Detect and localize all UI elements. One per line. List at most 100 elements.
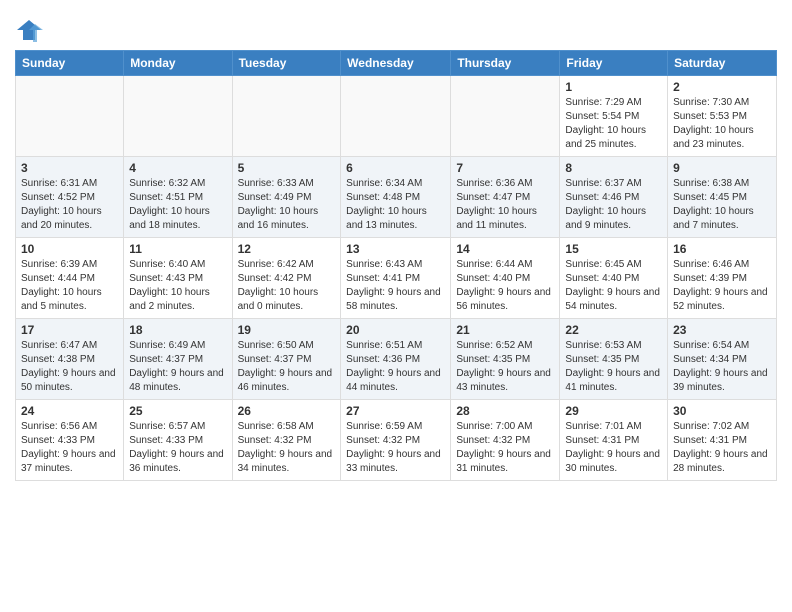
calendar-cell [451,76,560,157]
day-number: 4 [129,161,226,175]
day-number: 6 [346,161,445,175]
weekday-header-friday: Friday [560,51,668,76]
calendar-cell: 15 Sunrise: 6:45 AM Sunset: 4:40 PM Dayli… [560,238,668,319]
logo-icon [15,16,43,44]
day-number: 28 [456,404,554,418]
weekday-header-monday: Monday [124,51,232,76]
weekday-header-saturday: Saturday [668,51,777,76]
calendar-cell: 26 Sunrise: 6:58 AM Sunset: 4:32 PM Dayli… [232,400,341,481]
day-number: 23 [673,323,771,337]
day-number: 9 [673,161,771,175]
day-number: 16 [673,242,771,256]
weekday-header-tuesday: Tuesday [232,51,341,76]
calendar-cell: 9 Sunrise: 6:38 AM Sunset: 4:45 PM Daylig… [668,157,777,238]
day-number: 12 [238,242,336,256]
day-info: Sunrise: 6:45 AM Sunset: 4:40 PM Dayligh… [565,258,662,314]
calendar-cell: 21 Sunrise: 6:52 AM Sunset: 4:35 PM Dayli… [451,319,560,400]
calendar-week-3: 10 Sunrise: 6:39 AM Sunset: 4:44 PM Dayli… [16,238,777,319]
day-info: Sunrise: 7:02 AM Sunset: 4:31 PM Dayligh… [673,420,771,476]
day-number: 14 [456,242,554,256]
calendar-week-1: 1 Sunrise: 7:29 AM Sunset: 5:54 PM Daylig… [16,76,777,157]
calendar-cell: 3 Sunrise: 6:31 AM Sunset: 4:52 PM Daylig… [16,157,124,238]
day-info: Sunrise: 6:49 AM Sunset: 4:37 PM Dayligh… [129,339,226,395]
calendar-cell [232,76,341,157]
calendar-cell: 18 Sunrise: 6:49 AM Sunset: 4:37 PM Dayli… [124,319,232,400]
day-info: Sunrise: 6:51 AM Sunset: 4:36 PM Dayligh… [346,339,445,395]
calendar-cell: 5Sunrise: 6:33 AM Sunset: 4:49 PM Daylig… [232,157,341,238]
weekday-header-row: SundayMondayTuesdayWednesdayThursdayFrid… [16,51,777,76]
day-number: 18 [129,323,226,337]
day-info: Sunrise: 6:46 AM Sunset: 4:39 PM Dayligh… [673,258,771,314]
weekday-header-wednesday: Wednesday [341,51,451,76]
calendar-cell [16,76,124,157]
day-info: Sunrise: 6:47 AM Sunset: 4:38 PM Dayligh… [21,339,118,395]
day-info: Sunrise: 6:31 AM Sunset: 4:52 PM Dayligh… [21,177,118,233]
day-info: Sunrise: 6:38 AM Sunset: 4:45 PM Dayligh… [673,177,771,233]
day-info: Sunrise: 6:36 AM Sunset: 4:47 PM Dayligh… [456,177,554,233]
day-number: 21 [456,323,554,337]
day-info: Sunrise: 7:29 AM Sunset: 5:54 PM Dayligh… [565,96,662,152]
day-info: Sunrise: 6:32 AM Sunset: 4:51 PM Dayligh… [129,177,226,233]
day-number: 7 [456,161,554,175]
day-info: Sunrise: 6:56 AM Sunset: 4:33 PM Dayligh… [21,420,118,476]
day-number: 24 [21,404,118,418]
day-info: Sunrise: 6:52 AM Sunset: 4:35 PM Dayligh… [456,339,554,395]
day-info: Sunrise: 6:59 AM Sunset: 4:32 PM Dayligh… [346,420,445,476]
day-number: 26 [238,404,336,418]
calendar-cell: 19 Sunrise: 6:50 AM Sunset: 4:37 PM Dayli… [232,319,341,400]
day-number: 2 [673,80,771,94]
day-number: 15 [565,242,662,256]
calendar-cell: 28 Sunrise: 7:00 AM Sunset: 4:32 PM Dayli… [451,400,560,481]
calendar-cell: 23Sunrise: 6:54 AM Sunset: 4:34 PM Dayli… [668,319,777,400]
day-info: Sunrise: 7:00 AM Sunset: 4:32 PM Dayligh… [456,420,554,476]
calendar-cell: 30 Sunrise: 7:02 AM Sunset: 4:31 PM Dayli… [668,400,777,481]
day-number: 1 [565,80,662,94]
day-info: Sunrise: 6:34 AM Sunset: 4:48 PM Dayligh… [346,177,445,233]
calendar-cell: 29Sunrise: 7:01 AM Sunset: 4:31 PM Dayli… [560,400,668,481]
day-number: 11 [129,242,226,256]
weekday-header-thursday: Thursday [451,51,560,76]
day-number: 29 [565,404,662,418]
day-number: 3 [21,161,118,175]
day-info: Sunrise: 6:33 AM Sunset: 4:49 PM Dayligh… [238,177,336,233]
day-info: Sunrise: 6:39 AM Sunset: 4:44 PM Dayligh… [21,258,118,314]
day-info: Sunrise: 6:58 AM Sunset: 4:32 PM Dayligh… [238,420,336,476]
day-number: 30 [673,404,771,418]
day-number: 17 [21,323,118,337]
calendar-cell: 7 Sunrise: 6:36 AM Sunset: 4:47 PM Daylig… [451,157,560,238]
calendar-cell: 16 Sunrise: 6:46 AM Sunset: 4:39 PM Dayli… [668,238,777,319]
calendar-cell: 6 Sunrise: 6:34 AM Sunset: 4:48 PM Daylig… [341,157,451,238]
day-info: Sunrise: 6:50 AM Sunset: 4:37 PM Dayligh… [238,339,336,395]
day-info: Sunrise: 6:43 AM Sunset: 4:41 PM Dayligh… [346,258,445,314]
calendar-cell: 14 Sunrise: 6:44 AM Sunset: 4:40 PM Dayli… [451,238,560,319]
day-number: 20 [346,323,445,337]
day-number: 25 [129,404,226,418]
day-number: 10 [21,242,118,256]
calendar-cell [124,76,232,157]
day-number: 8 [565,161,662,175]
calendar-cell: 10 Sunrise: 6:39 AM Sunset: 4:44 PM Dayli… [16,238,124,319]
day-info: Sunrise: 6:53 AM Sunset: 4:35 PM Dayligh… [565,339,662,395]
day-number: 19 [238,323,336,337]
calendar-cell: 8Sunrise: 6:37 AM Sunset: 4:46 PM Daylig… [560,157,668,238]
day-number: 27 [346,404,445,418]
calendar-cell: 4 Sunrise: 6:32 AM Sunset: 4:51 PM Daylig… [124,157,232,238]
calendar-cell: 25 Sunrise: 6:57 AM Sunset: 4:33 PM Dayli… [124,400,232,481]
day-info: Sunrise: 6:57 AM Sunset: 4:33 PM Dayligh… [129,420,226,476]
calendar-cell: 20 Sunrise: 6:51 AM Sunset: 4:36 PM Dayli… [341,319,451,400]
calendar-cell: 22 Sunrise: 6:53 AM Sunset: 4:35 PM Dayli… [560,319,668,400]
calendar-table: SundayMondayTuesdayWednesdayThursdayFrid… [15,50,777,481]
calendar-cell: 12Sunrise: 6:42 AM Sunset: 4:42 PM Dayli… [232,238,341,319]
calendar-week-5: 24 Sunrise: 6:56 AM Sunset: 4:33 PM Dayli… [16,400,777,481]
weekday-header-sunday: Sunday [16,51,124,76]
page-header [15,10,777,44]
day-number: 22 [565,323,662,337]
calendar-cell: 11Sunrise: 6:40 AM Sunset: 4:43 PM Dayli… [124,238,232,319]
day-info: Sunrise: 7:30 AM Sunset: 5:53 PM Dayligh… [673,96,771,152]
calendar-cell: 2 Sunrise: 7:30 AM Sunset: 5:53 PM Daylig… [668,76,777,157]
day-info: Sunrise: 6:44 AM Sunset: 4:40 PM Dayligh… [456,258,554,314]
calendar-cell: 1 Sunrise: 7:29 AM Sunset: 5:54 PM Daylig… [560,76,668,157]
calendar-week-4: 17 Sunrise: 6:47 AM Sunset: 4:38 PM Dayli… [16,319,777,400]
calendar-cell: 27 Sunrise: 6:59 AM Sunset: 4:32 PM Dayli… [341,400,451,481]
logo [15,16,47,44]
